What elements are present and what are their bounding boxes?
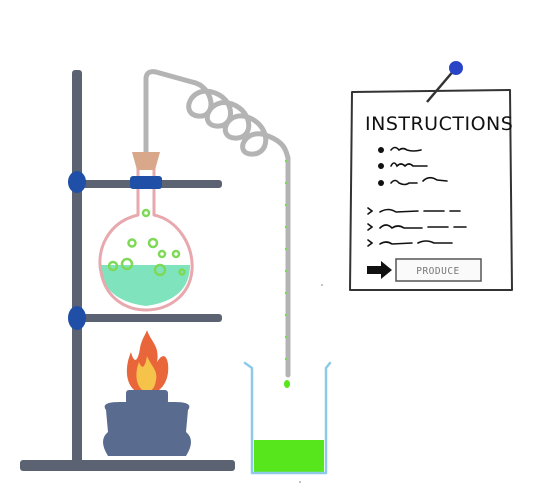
push-pin-icon [449, 61, 463, 75]
round-bottom-flask[interactable] [98, 152, 194, 312]
bullet-dot [378, 147, 384, 153]
bullet-dot [378, 180, 384, 186]
drip-drop [284, 380, 290, 388]
upper-clamp-knob[interactable] [68, 171, 86, 193]
beaker-liquid [254, 440, 324, 472]
bunsen-burner[interactable] [103, 330, 191, 456]
stand-rod [72, 70, 82, 465]
lower-clamp-knob[interactable] [68, 306, 86, 330]
produce-button-label: PRODUCE [416, 266, 460, 277]
receiving-beaker[interactable] [243, 361, 332, 475]
upper-clamp-ring [130, 176, 162, 189]
flask-stopper [132, 152, 160, 170]
condenser-coil-tube [143, 69, 291, 378]
instructions-sheet: INSTRUCTIONS PRODUCE [349, 61, 513, 291]
distillation-scene: INSTRUCTIONS PRODUCE [20, 61, 513, 483]
stand-base [20, 460, 235, 471]
stray-dot [299, 481, 301, 483]
lower-clamp-arm [78, 314, 222, 322]
produce-button[interactable]: PRODUCE [395, 258, 482, 282]
burner-neck [126, 390, 168, 404]
stray-dot [321, 284, 323, 286]
burner-flame [126, 330, 169, 395]
bullet-dot [378, 163, 384, 169]
burner-body [103, 402, 191, 456]
instructions-title: INSTRUCTIONS [365, 113, 513, 135]
